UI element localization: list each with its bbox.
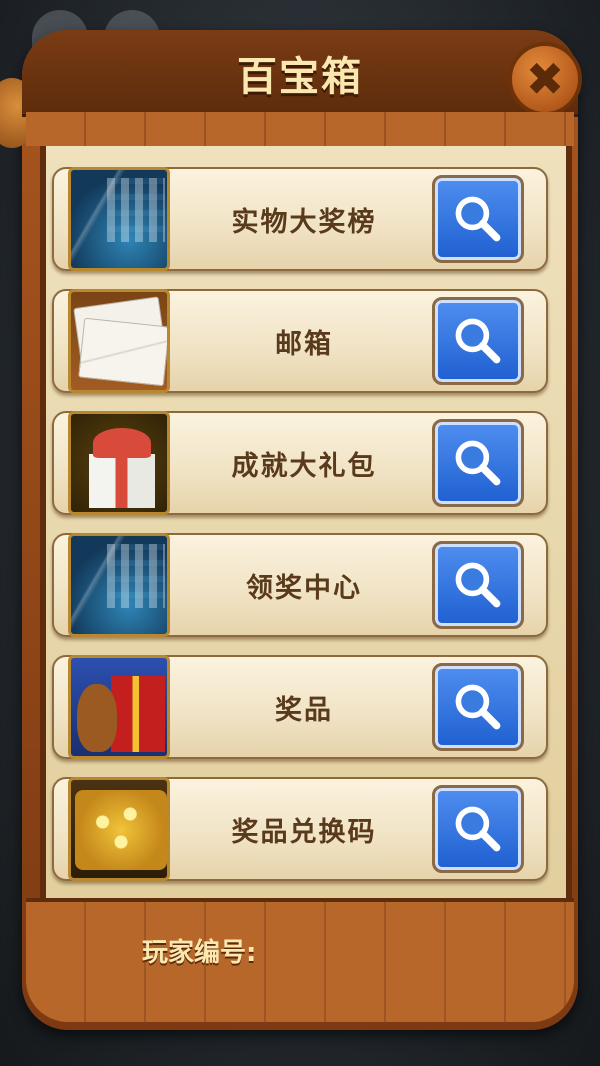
list-item-label: 实物大奖榜: [231, 206, 377, 238]
bear-prize-thumbnail: [68, 655, 170, 759]
list-item[interactable]: 奖品: [52, 655, 548, 759]
list-item[interactable]: 邮箱: [52, 289, 548, 393]
tablet-thumbnail: [68, 533, 170, 637]
search-icon: [455, 684, 501, 730]
close-button[interactable]: ✖: [508, 42, 582, 116]
search-button[interactable]: [432, 785, 524, 873]
search-button[interactable]: [432, 663, 524, 751]
search-icon: [455, 562, 501, 608]
list-item[interactable]: 成就大礼包: [52, 411, 548, 515]
list-item[interactable]: 奖品兑换码: [52, 777, 548, 881]
close-icon: ✖: [525, 52, 565, 106]
list-item-label: 领奖中心: [246, 572, 362, 604]
search-button[interactable]: [432, 419, 524, 507]
tablet-thumbnail: [68, 167, 170, 271]
search-icon: [455, 318, 501, 364]
list-item-label: 奖品: [275, 694, 333, 726]
list-item[interactable]: 领奖中心: [52, 533, 548, 637]
search-icon: [455, 440, 501, 486]
search-icon: [455, 196, 501, 242]
search-button[interactable]: [432, 175, 524, 263]
search-button[interactable]: [432, 541, 524, 629]
gold-treasure-thumbnail: [68, 777, 170, 881]
list-item-label: 邮箱: [275, 328, 333, 360]
player-id-label: 玩家编号:: [142, 938, 257, 968]
panel-footer: [26, 898, 574, 1022]
search-button[interactable]: [432, 297, 524, 385]
list-item-label: 成就大礼包: [231, 450, 377, 482]
header-plank: [26, 112, 574, 146]
list-item-label: 奖品兑换码: [231, 816, 377, 848]
search-icon: [455, 806, 501, 852]
gift-box-thumbnail: [68, 411, 170, 515]
envelope-thumbnail: [68, 289, 170, 393]
list-item[interactable]: 实物大奖榜: [52, 167, 548, 271]
